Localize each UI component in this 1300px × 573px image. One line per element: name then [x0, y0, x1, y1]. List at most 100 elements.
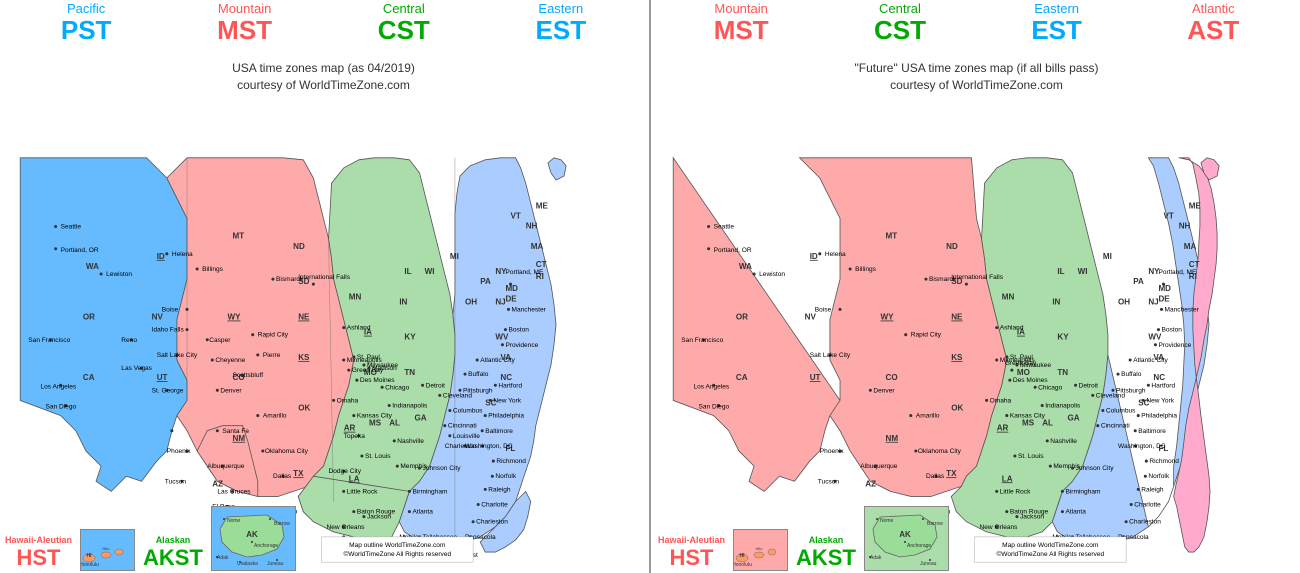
city-richmond-dot — [492, 459, 495, 462]
label-ok: OK — [298, 403, 310, 412]
city-boston: Boston — [509, 326, 530, 333]
city-internationalfalls: International Falls — [298, 274, 351, 281]
label-wy: WY — [227, 312, 241, 321]
city-baltimore-dot — [481, 429, 484, 432]
right-city-raleigh-dot — [1137, 487, 1140, 490]
right-city-chicago-dot — [1034, 385, 1037, 388]
label-id: ID — [157, 251, 165, 260]
right-label-ar: AR — [997, 423, 1009, 432]
city-lewiston-dot — [100, 272, 103, 275]
svg-text:Anchorage: Anchorage — [254, 543, 278, 549]
right-alaskan: Alaskan AKST — [796, 535, 856, 571]
right-city-atlantic-dot — [1129, 358, 1132, 361]
right-label-ok: OK — [951, 403, 963, 412]
city-oklahomacity: Oklahoma City — [265, 448, 309, 455]
label-nv: NV — [152, 312, 164, 321]
right-atlantic-abbr: AST — [1187, 16, 1239, 45]
left-central-tz: Central CST — [378, 2, 430, 45]
right-hawaii-aleutian: Hawaii-Aleutian HST — [658, 535, 725, 571]
city-omaha: Omaha — [337, 397, 359, 404]
city-chicago-dot — [381, 385, 384, 388]
right-city-boston: Boston — [1162, 326, 1183, 333]
right-label-ms: MS — [1022, 418, 1035, 427]
right-label-ga: GA — [1067, 413, 1079, 422]
right-city-amarillo: Amarillo — [916, 412, 940, 419]
right-city-boise-dot — [839, 308, 842, 311]
right-city-cincinnati: Cincinnati — [1101, 422, 1130, 429]
svg-text:Adak: Adak — [870, 555, 882, 561]
right-label-ut: UT — [810, 373, 821, 382]
right-map-area: WA OR CA NV ID MT UT CO WY NM AZ SD NE K… — [653, 96, 1300, 573]
right-city-billings-dot — [849, 267, 852, 270]
city-charleston-sc-dot — [472, 520, 475, 523]
label-in: IN — [399, 297, 407, 306]
right-city-charlotte: Charlotte — [1134, 501, 1161, 508]
label-mi: MI — [450, 251, 459, 260]
right-watermark-text1: Map outline WorldTimeZone.com — [1002, 542, 1099, 549]
right-city-intlfalls-dot — [965, 282, 968, 285]
right-city-ashland-dot — [995, 326, 998, 329]
label-nh: NH — [526, 221, 538, 230]
svg-text:Anchorage: Anchorage — [907, 543, 931, 549]
left-akst-abbr: AKST — [143, 545, 203, 571]
city-philadelphia-dot — [484, 414, 487, 417]
right-city-billings: Billings — [855, 266, 877, 273]
city-louisville: Louisville — [453, 432, 480, 439]
right-city-stlouis-dot — [1013, 454, 1016, 457]
city-johnsoncity-dot — [418, 466, 421, 469]
city-saltlakecity: Salt Lake City — [157, 352, 198, 359]
label-vt: VT — [511, 211, 521, 220]
pacific-zone — [20, 157, 187, 491]
right-city-pittsburgh-dot — [1111, 388, 1114, 391]
svg-text:Nome: Nome — [880, 518, 894, 524]
city-ashland: Ashland — [347, 324, 371, 331]
city-denver: Denver — [220, 387, 242, 394]
right-city-portland-dot — [707, 247, 710, 250]
right-city-neworleans: New Orleans — [980, 523, 1019, 530]
label-al: AL — [389, 418, 400, 427]
city-bismarck-dot — [271, 277, 274, 280]
city-stgeorge: St. George — [152, 387, 184, 394]
city-milwuakee-dot — [362, 363, 365, 366]
city-boise: Boise — [162, 306, 179, 313]
right-label-de: DE — [1158, 294, 1170, 303]
right-city-johnsoncity: Johnson City — [1076, 465, 1115, 472]
right-eastern-abbr: EST — [1031, 16, 1082, 45]
right-city-boston-dot — [1157, 328, 1160, 331]
label-wi: WI — [425, 267, 435, 276]
city-rapidcity-dot — [251, 333, 254, 336]
city-louisville-dot — [448, 434, 451, 437]
city-norfolk-dot — [491, 474, 494, 477]
city-providence: Providence — [505, 341, 538, 348]
right-label-az: AZ — [865, 479, 876, 488]
city-billings-dot — [196, 267, 199, 270]
city-greenBay-dot — [347, 368, 350, 371]
city-tucson: Tucson — [165, 478, 187, 485]
city-portland-me: Portland, ME — [505, 269, 544, 276]
city-losangeles: Los Angeles — [40, 383, 76, 390]
label-nd: ND — [293, 241, 305, 250]
right-city-detroit-dot — [1074, 383, 1077, 386]
right-label-tx: TX — [946, 469, 957, 478]
right-atlantic-name: Atlantic — [1187, 2, 1239, 16]
label-ky: KY — [404, 332, 416, 341]
right-label-ma: MA — [1184, 241, 1197, 250]
right-city-memphis-dot — [1049, 464, 1052, 467]
right-city-okc: Oklahoma City — [918, 448, 962, 455]
left-pacific-name: Pacific — [61, 2, 112, 16]
right-city-detroit: Detroit — [1079, 382, 1099, 389]
city-washingtondc: Washington, DC — [465, 443, 513, 450]
right-city-amarillo-dot — [909, 414, 912, 417]
right-alaskan-label: Alaskan — [809, 535, 844, 545]
label-ma: MA — [531, 241, 544, 250]
right-label-la: LA — [1002, 474, 1013, 483]
svg-text:Honolulu: Honolulu — [81, 562, 99, 568]
right-label-ky: KY — [1057, 332, 1069, 341]
right-city-omaha: Omaha — [990, 397, 1012, 404]
city-stlouis-dot — [360, 454, 363, 457]
right-city-helena-dot — [818, 252, 821, 255]
right-city-providence-dot — [1154, 343, 1157, 346]
right-label-nv: NV — [805, 312, 817, 321]
right-label-wa: WA — [739, 262, 752, 271]
right-eastern-tz: Eastern EST — [1031, 2, 1082, 45]
